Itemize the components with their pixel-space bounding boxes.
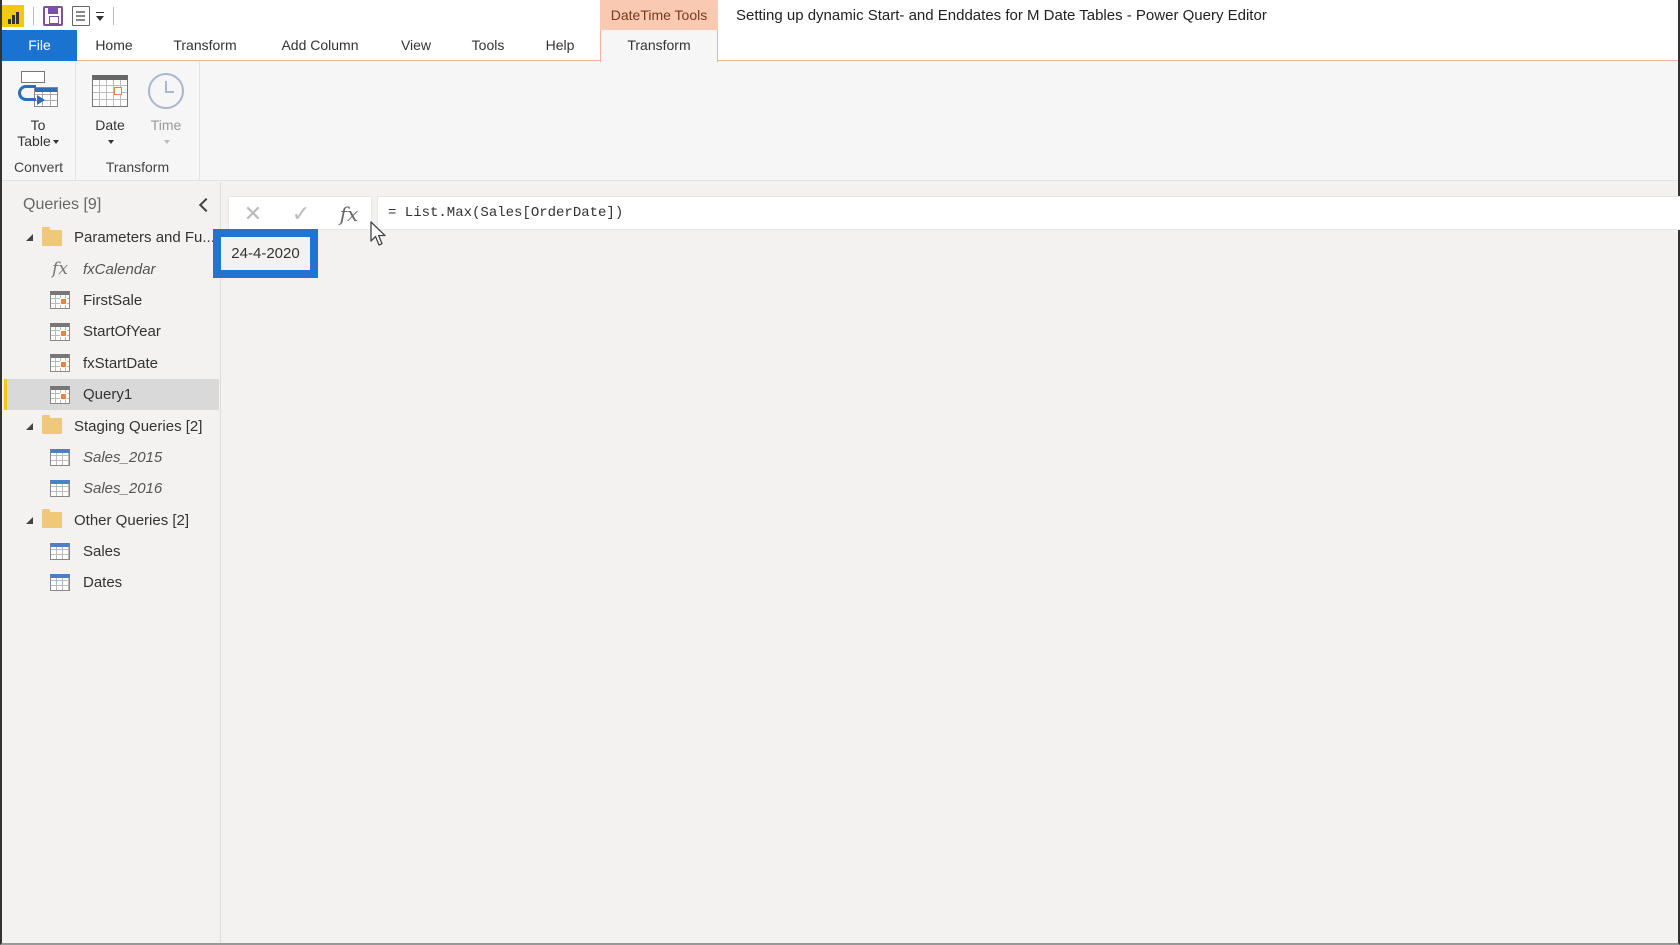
time-label: Time bbox=[150, 117, 182, 133]
to-table-label-line2: Table bbox=[17, 133, 51, 149]
query-item-label: FirstSale bbox=[83, 291, 143, 309]
query-item-sales-2015[interactable]: Sales_2015 bbox=[4, 442, 219, 473]
ribbon-group-transform: Date Time Transform bbox=[76, 61, 200, 181]
query-item-query1[interactable]: Query1 bbox=[4, 378, 219, 411]
query-item-label: Dates bbox=[83, 574, 123, 592]
query-item-sales[interactable]: Sales bbox=[4, 536, 219, 567]
table-icon bbox=[50, 480, 70, 498]
query-item-fxstartdate[interactable]: fxStartDate bbox=[4, 348, 219, 379]
group-label-transform: Transform bbox=[105, 159, 170, 175]
to-table-label-line2-wrap: Table bbox=[10, 133, 66, 149]
tab-transform[interactable]: Transform bbox=[166, 30, 244, 61]
power-bi-logo-icon bbox=[2, 5, 24, 27]
query-item-label: fxStartDate bbox=[83, 354, 159, 372]
query-group-label: Other Queries [2] bbox=[74, 511, 190, 529]
collapse-pane-icon[interactable] bbox=[198, 196, 212, 214]
to-table-label-line1: To bbox=[30, 117, 46, 133]
query-item-label: StartOfYear bbox=[83, 323, 161, 341]
expand-triangle-icon[interactable] bbox=[26, 422, 33, 430]
group-label-convert: Convert bbox=[13, 159, 64, 175]
parameter-icon bbox=[50, 354, 70, 373]
table-icon bbox=[50, 448, 70, 466]
chevron-down-icon bbox=[164, 140, 170, 145]
ribbon-group-convert: To Table Convert bbox=[2, 61, 76, 181]
query-item-fxcalendar[interactable]: fx fxCalendar bbox=[4, 253, 219, 284]
separator bbox=[33, 7, 34, 25]
to-table-button[interactable]: To Table bbox=[10, 69, 66, 149]
quick-access-toolbar bbox=[2, 0, 123, 32]
expand-triangle-icon[interactable] bbox=[26, 234, 33, 242]
query-item-dates[interactable]: Dates bbox=[4, 567, 219, 598]
tab-datetime-transform[interactable]: Transform bbox=[600, 30, 718, 62]
parameter-icon bbox=[50, 322, 70, 341]
mouse-cursor-icon bbox=[370, 221, 386, 246]
table-icon bbox=[50, 574, 70, 592]
window-title: Setting up dynamic Start- and Enddates f… bbox=[736, 7, 1267, 24]
query-group-label: Parameters and Fu... bbox=[74, 229, 215, 247]
table-icon bbox=[50, 543, 70, 561]
tab-file[interactable]: File bbox=[2, 30, 77, 61]
folder-icon bbox=[42, 226, 62, 246]
formula-actions: ✕ ✓ fx bbox=[228, 196, 372, 230]
query-item-sales-2016[interactable]: Sales_2016 bbox=[4, 473, 219, 504]
query-item-label: fxCalendar bbox=[83, 260, 156, 278]
tab-add-column[interactable]: Add Column bbox=[272, 30, 368, 61]
context-tab-group-label: DateTime Tools bbox=[600, 0, 718, 30]
query-item-label: Sales_2016 bbox=[83, 480, 163, 498]
parameter-icon bbox=[50, 291, 70, 310]
tab-view[interactable]: View bbox=[395, 30, 437, 61]
commit-formula-button[interactable]: ✓ bbox=[281, 197, 321, 231]
formula-input[interactable]: = List.Max(Sales[OrderDate]) bbox=[377, 196, 1680, 230]
chevron-down-icon bbox=[108, 140, 114, 145]
clock-icon bbox=[148, 73, 184, 109]
query-item-firstsale[interactable]: FirstSale bbox=[4, 285, 219, 316]
parameter-icon bbox=[50, 385, 70, 404]
ribbon-tabs: File Home Transform Add Column View Tool… bbox=[2, 30, 1678, 62]
time-button: Time bbox=[140, 69, 192, 149]
cancel-formula-button[interactable]: ✕ bbox=[233, 197, 273, 231]
save-icon[interactable] bbox=[43, 6, 63, 26]
calendar-icon bbox=[92, 75, 128, 107]
query-group-other[interactable]: Other Queries [2] bbox=[4, 505, 219, 536]
query-tree: Parameters and Fu... fx fxCalendar First… bbox=[4, 222, 219, 599]
query-group-label: Staging Queries [2] bbox=[74, 417, 203, 435]
ribbon: To Table Convert Date Time Transform bbox=[2, 61, 1678, 181]
result-value[interactable]: 24-4-2020 bbox=[221, 237, 310, 270]
query-item-label: Query1 bbox=[83, 386, 133, 404]
document-icon[interactable] bbox=[72, 6, 90, 26]
date-button[interactable]: Date bbox=[86, 69, 134, 149]
insert-function-button[interactable]: fx bbox=[329, 197, 369, 231]
query-item-label: Sales bbox=[83, 543, 121, 561]
query-group-parameters[interactable]: Parameters and Fu... bbox=[4, 222, 219, 253]
chevron-down-icon bbox=[52, 140, 59, 145]
tab-home[interactable]: Home bbox=[88, 30, 140, 61]
result-value-highlight: 24-4-2020 bbox=[213, 229, 318, 278]
tab-tools[interactable]: Tools bbox=[464, 30, 512, 61]
tab-help[interactable]: Help bbox=[539, 30, 581, 61]
time-caret-wrap bbox=[140, 133, 192, 149]
function-icon: fx bbox=[52, 259, 68, 280]
title-bar: DateTime Tools Setting up dynamic Start-… bbox=[2, 0, 1678, 32]
customize-dropdown-icon[interactable] bbox=[96, 11, 104, 21]
date-caret-wrap bbox=[86, 133, 134, 149]
query-group-staging[interactable]: Staging Queries [2] bbox=[4, 410, 219, 441]
query-item-startofyear[interactable]: StartOfYear bbox=[4, 316, 219, 347]
expand-triangle-icon[interactable] bbox=[26, 516, 33, 524]
separator bbox=[113, 7, 114, 25]
queries-pane: Queries [9] Parameters and Fu... fx fxCa… bbox=[4, 182, 221, 943]
power-query-editor-window: DateTime Tools Setting up dynamic Start-… bbox=[0, 0, 1680, 945]
to-table-icon bbox=[16, 69, 60, 113]
date-label: Date bbox=[95, 117, 125, 133]
folder-icon bbox=[42, 509, 62, 529]
folder-icon bbox=[42, 415, 62, 435]
query-item-label: Sales_2015 bbox=[83, 448, 163, 466]
queries-pane-title: Queries [9] bbox=[23, 196, 102, 213]
